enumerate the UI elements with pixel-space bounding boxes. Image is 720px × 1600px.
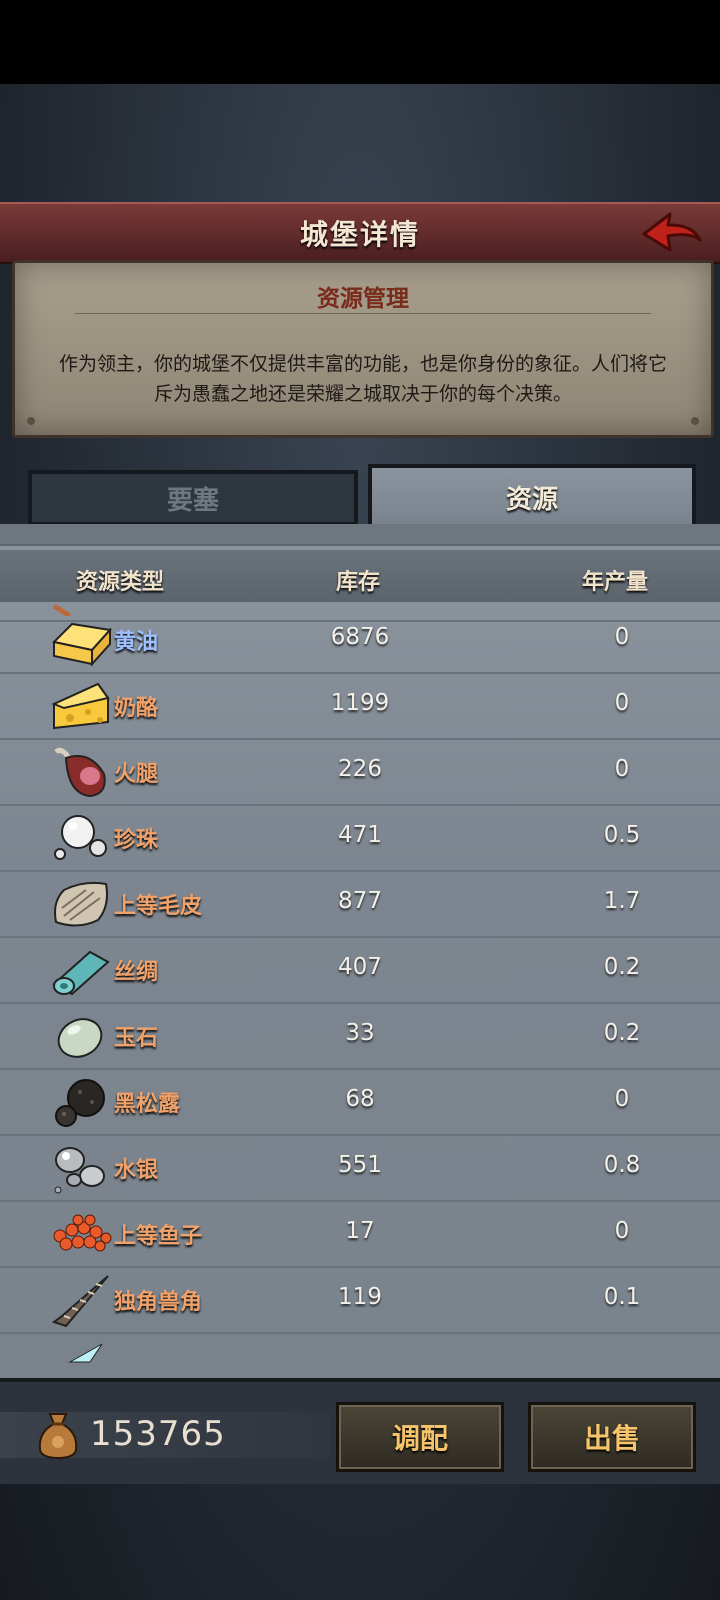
- resource-stock: 471: [338, 822, 382, 848]
- unicorn-horn-icon: [51, 1275, 109, 1328]
- resource-name: 上等毛皮: [114, 894, 203, 919]
- tab-bar: 要塞 资源: [28, 464, 696, 526]
- resource-name: 独角兽角: [114, 1290, 203, 1315]
- back-button[interactable]: [638, 208, 706, 258]
- mercury-icon: [54, 1147, 105, 1194]
- fur-icon: [54, 881, 108, 927]
- bottom-bar: 153765 调配 出售: [0, 1378, 720, 1484]
- info-panel: 资源管理 作为领主，你的城堡不仅提供丰富的功能，也是你身份的象征。人们将它斥为愚…: [12, 260, 714, 438]
- silk-icon: [52, 950, 110, 996]
- column-header-yield: 年产量: [582, 570, 649, 595]
- list-item[interactable]: 丝绸 407 0.2: [0, 936, 720, 1004]
- resource-yield: 1.7: [603, 888, 641, 914]
- resource-name: 黄油: [114, 630, 159, 655]
- resource-yield: 0.2: [603, 1020, 641, 1046]
- resource-name: 奶酪: [114, 696, 159, 721]
- info-description: 作为领主，你的城堡不仅提供丰富的功能，也是你身份的象征。人们将它斥为愚蠢之地还是…: [58, 353, 667, 405]
- resource-yield: 0.5: [603, 822, 641, 848]
- resource-name: 火腿: [114, 762, 159, 787]
- panel-strip: [0, 524, 720, 546]
- resource-yield: 0.2: [603, 954, 641, 980]
- caviar-icon: [53, 1214, 112, 1252]
- sell-button[interactable]: 出售: [528, 1402, 696, 1472]
- truffle-icon: [55, 1079, 105, 1127]
- resource-stock: 407: [338, 954, 382, 980]
- resource-name: 黑松露: [114, 1092, 181, 1117]
- resource-stock: 877: [338, 888, 382, 914]
- list-item[interactable]: 黄油 6876 0: [0, 606, 720, 674]
- list-item[interactable]: 火腿 226 0: [0, 738, 720, 806]
- table-header: 资源类型 库存 年产量: [0, 550, 720, 602]
- jade-icon: [57, 1018, 103, 1058]
- status-bar-area: [0, 0, 720, 84]
- gold-amount: 153765: [90, 1414, 226, 1454]
- resource-name: 上等鱼子: [114, 1224, 203, 1249]
- list-item[interactable]: 水银 551 0.8: [0, 1134, 720, 1202]
- list-item[interactable]: 黑松露 68 0: [0, 1068, 720, 1136]
- resource-yield: 0: [614, 1086, 630, 1112]
- resource-name: 玉石: [114, 1026, 159, 1051]
- rivet-icon: [27, 417, 35, 425]
- resource-yield: 0.8: [603, 1152, 641, 1178]
- list-item[interactable]: 奶酪 1199 0: [0, 672, 720, 740]
- resource-name: 丝绸: [114, 960, 159, 985]
- info-title: 资源管理: [317, 286, 409, 312]
- column-header-stock: 库存: [336, 570, 381, 595]
- resource-stock: 33: [345, 1020, 375, 1046]
- gold-sack-icon: [38, 1413, 78, 1460]
- resource-stock: 226: [338, 756, 382, 782]
- resource-stock: 6876: [330, 624, 390, 650]
- list-item[interactable]: 独角兽角 119 0.1: [0, 1266, 720, 1334]
- page-title: 城堡详情: [299, 218, 420, 251]
- divider: [75, 313, 651, 314]
- butter-icon: [51, 622, 112, 667]
- resource-yield: 0: [614, 690, 630, 716]
- resource-stock: 1199: [330, 690, 390, 716]
- resource-yield: 0: [614, 756, 630, 782]
- title-bar: 城堡详情: [0, 202, 720, 264]
- list-item[interactable]: 上等毛皮 877 1.7: [0, 870, 720, 938]
- list-item[interactable]: 珍珠 471 0.5: [0, 804, 720, 872]
- rivet-icon: [691, 417, 699, 425]
- resource-yield: 0.1: [603, 1284, 641, 1310]
- cheese-icon: [51, 682, 110, 730]
- list-item-partial: [0, 1332, 720, 1374]
- back-arrow-icon: [642, 212, 702, 252]
- resource-name: 水银: [114, 1158, 159, 1183]
- ham-icon: [54, 747, 106, 798]
- tab-fortress[interactable]: 要塞: [28, 470, 358, 526]
- resource-list[interactable]: 黄油 6876 0 奶酪 1199 0 火腿 226 0 珍珠 471 0.5 …: [0, 604, 720, 1374]
- list-item[interactable]: 上等鱼子 17 0: [0, 1200, 720, 1268]
- resource-stock: 551: [338, 1152, 382, 1178]
- partial-item-icon: [68, 1343, 103, 1363]
- resource-yield: 0: [614, 1218, 630, 1244]
- tab-resources[interactable]: 资源: [368, 464, 696, 526]
- pearl-icon: [54, 815, 107, 860]
- resource-stock: 17: [345, 1218, 375, 1244]
- resource-name: 珍珠: [114, 828, 159, 853]
- allocate-button[interactable]: 调配: [336, 1402, 504, 1472]
- resource-stock: 68: [345, 1086, 375, 1112]
- resource-yield: 0: [614, 624, 630, 650]
- list-item[interactable]: 玉石 33 0.2: [0, 1002, 720, 1070]
- resource-panel: 资源类型 库存 年产量 黄油 6876 0 奶酪 1199 0 火腿 226 0…: [0, 524, 720, 1378]
- resource-stock: 119: [338, 1284, 382, 1310]
- column-header-type: 资源类型: [76, 570, 165, 595]
